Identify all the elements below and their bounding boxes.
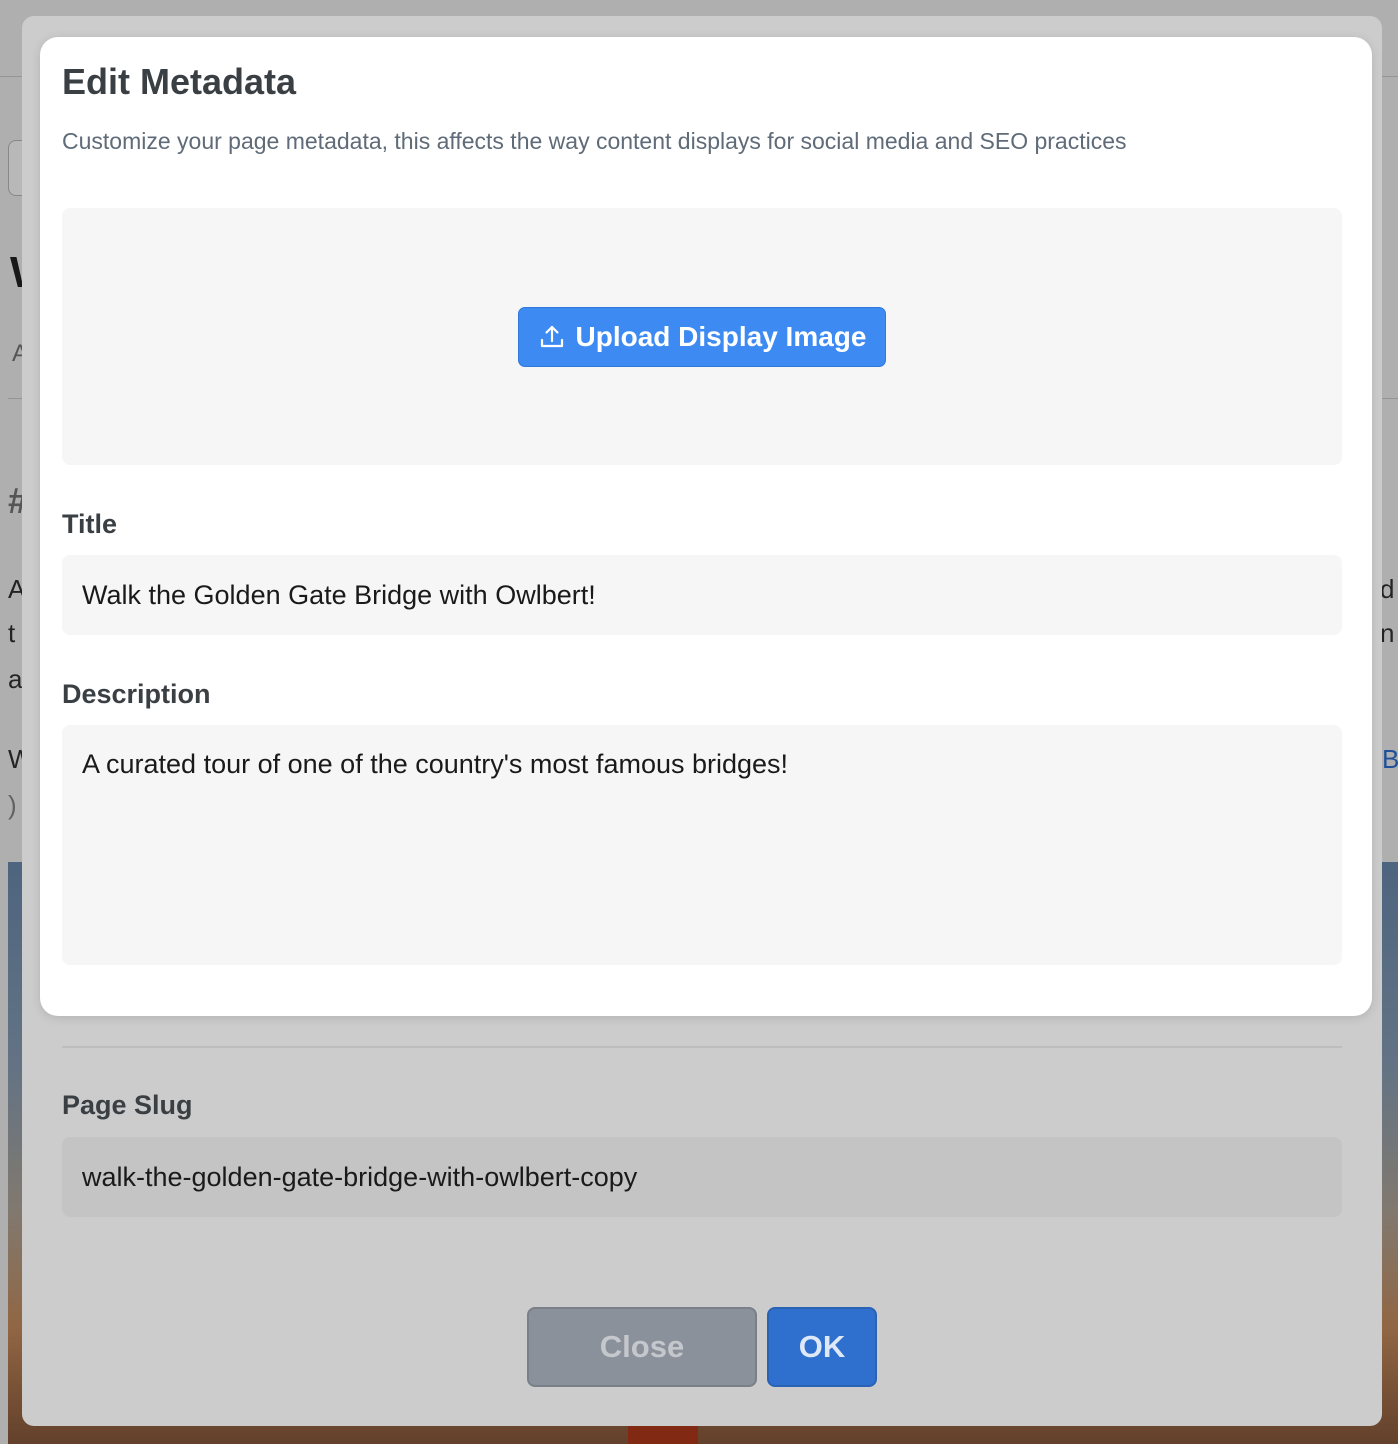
display-image-dropzone[interactable]: Upload Display Image bbox=[62, 208, 1342, 465]
page-slug-input[interactable]: walk-the-golden-gate-bridge-with-owlbert… bbox=[62, 1137, 1342, 1217]
description-textarea[interactable]: A curated tour of one of the country's m… bbox=[62, 725, 1342, 965]
ok-button[interactable]: OK bbox=[767, 1307, 877, 1387]
close-button[interactable]: Close bbox=[527, 1307, 757, 1387]
title-input[interactable]: Walk the Golden Gate Bridge with Owlbert… bbox=[62, 555, 1342, 635]
modal-subtitle: Customize your page metadata, this affec… bbox=[62, 128, 1127, 154]
description-label: Description bbox=[62, 679, 211, 709]
modal-title: Edit Metadata bbox=[62, 61, 297, 102]
edit-metadata-modal: Edit Metadata Customize your page metada… bbox=[40, 37, 1372, 1016]
section-divider bbox=[62, 1046, 1342, 1048]
upload-icon bbox=[538, 323, 566, 351]
page-slug-label: Page Slug bbox=[62, 1090, 193, 1120]
upload-button-label: Upload Display Image bbox=[575, 321, 867, 352]
title-label: Title bbox=[62, 509, 118, 539]
upload-display-image-button[interactable]: Upload Display Image bbox=[518, 307, 886, 367]
